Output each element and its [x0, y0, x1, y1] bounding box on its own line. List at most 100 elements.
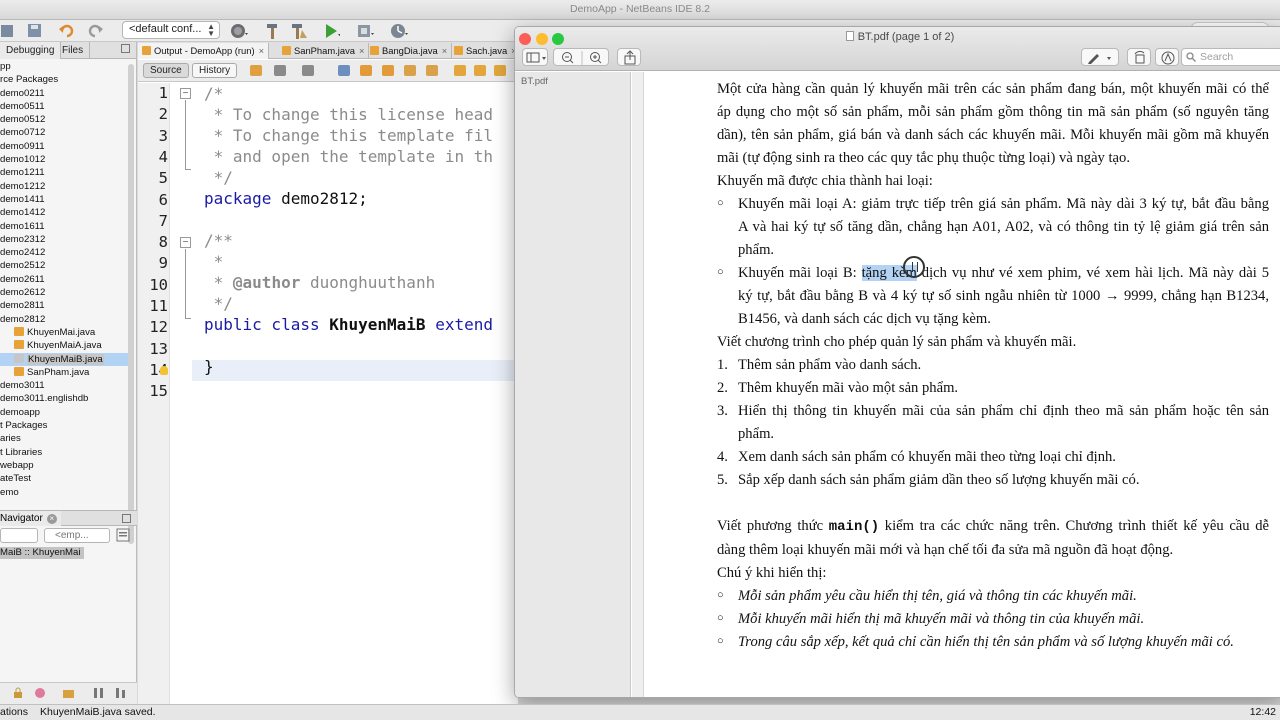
tab-debugging[interactable]: Debugging — [0, 42, 62, 59]
notifications-label[interactable]: ations — [0, 706, 28, 718]
tree-package-item[interactable]: demo2811 — [0, 299, 128, 312]
editor-tab[interactable]: BangDia.java × — [366, 43, 453, 59]
sidebar-toggle-button[interactable] — [522, 48, 548, 66]
tree-package-item[interactable]: demo0211 — [0, 87, 128, 100]
tree-package-item[interactable]: demo0712 — [0, 126, 128, 139]
editor-tab[interactable]: SanPham.java × — [278, 43, 370, 59]
profile-icon[interactable] — [390, 22, 408, 40]
tree-package-item[interactable]: ateTest — [0, 472, 128, 485]
history-button[interactable]: History — [192, 63, 238, 78]
tree-package-item[interactable]: aries — [0, 432, 128, 445]
tree-package-item[interactable]: demo2612 — [0, 286, 128, 299]
find-previous-icon[interactable] — [360, 65, 372, 76]
fold-toggle-icon[interactable]: − — [180, 237, 191, 248]
tree-package-item[interactable]: demo1212 — [0, 180, 128, 193]
source-button[interactable]: Source — [143, 63, 189, 78]
tree-package-item[interactable]: pp — [0, 60, 128, 73]
share-button[interactable] — [617, 48, 641, 66]
new-file-icon[interactable] — [0, 22, 18, 40]
close-icon[interactable]: × — [46, 514, 57, 524]
find-icon[interactable] — [338, 65, 350, 76]
tree-package-item[interactable]: t Libraries — [0, 446, 128, 459]
tree-package-item[interactable]: demo0911 — [0, 140, 128, 153]
run-configuration-select[interactable]: <default conf... ▲ ▼ — [122, 21, 220, 39]
forward-icon[interactable] — [302, 65, 314, 76]
navigator-filter-select[interactable]: <emp... — [44, 528, 110, 543]
zoom-out-zoom-in-icons[interactable] — [554, 49, 610, 67]
tree-package-item[interactable]: demo2512 — [0, 259, 128, 272]
sidebar-document-item[interactable]: BT.pdf — [521, 76, 548, 87]
tree-package-item[interactable]: demo1611 — [0, 220, 128, 233]
hammer-icon[interactable] — [264, 22, 282, 40]
close-tab-icon[interactable]: × — [259, 45, 264, 56]
filter-icon[interactable] — [34, 687, 46, 699]
tree-package-item[interactable]: demo1412 — [0, 206, 128, 219]
navigator-member[interactable]: MaiB :: KhuyenMai — [0, 547, 84, 559]
tree-file-item[interactable]: KhuyenMaiA.java — [0, 339, 128, 352]
tree-package-item[interactable]: demo1411 — [0, 193, 128, 206]
preview-sidebar-divider[interactable] — [632, 72, 644, 697]
tree-package-item[interactable]: MVCDemo — [0, 499, 128, 501]
tree-package-item[interactable]: demo0512 — [0, 113, 128, 126]
tree-package-item[interactable]: demo2812 — [0, 313, 128, 326]
markup-button[interactable] — [1081, 48, 1119, 66]
save-all-icon[interactable] — [26, 22, 44, 40]
close-tab-icon[interactable]: × — [442, 45, 447, 56]
bullet-line: ký tự, bắt đầu bằng B và 4 ký tự số sinh… — [738, 288, 1269, 304]
tree-package-item[interactable]: demo2412 — [0, 246, 128, 259]
navigator-view-select[interactable] — [0, 528, 38, 543]
fold-toggle-icon[interactable]: − — [180, 88, 191, 99]
toggle-highlight-icon[interactable] — [404, 65, 416, 76]
tree-package-item[interactable]: t Packages — [0, 419, 128, 432]
inherited-icon[interactable] — [62, 687, 76, 699]
globe-icon[interactable] — [230, 22, 248, 40]
tab-files[interactable]: Files — [56, 42, 91, 59]
minimize-panel-icon[interactable] — [121, 44, 130, 53]
minimize-navigator-icon[interactable] — [122, 514, 131, 523]
tree-package-item[interactable]: webapp — [0, 459, 128, 472]
tab-navigator[interactable]: Navigator × — [0, 511, 61, 526]
debug-icon[interactable] — [356, 22, 374, 40]
sort-source-icon[interactable] — [114, 687, 128, 699]
tree-package-item[interactable]: demoapp — [0, 406, 128, 419]
code-line-12: public class KhuyenMaiB extend — [204, 314, 493, 335]
pdf-page[interactable]: Một cửa hàng cần quản lý khuyến mãi trên… — [645, 72, 1280, 697]
tree-package-item[interactable]: demo2611 — [0, 273, 128, 286]
navigator-options-icon[interactable] — [116, 528, 130, 542]
lock-icon[interactable] — [12, 687, 24, 699]
tree-package-item[interactable]: demo2312 — [0, 233, 128, 246]
editor-tab[interactable]: Output - DemoApp (run) × — [138, 43, 270, 59]
tree-package-item[interactable]: rce Packages — [0, 73, 128, 86]
tree-package-item[interactable]: demo3011 — [0, 379, 128, 392]
tree-file-item[interactable]: SanPham.java — [0, 366, 128, 379]
markup-toolbar-button[interactable] — [1155, 48, 1179, 66]
clean-build-icon[interactable] — [290, 22, 308, 40]
back-icon[interactable] — [274, 65, 286, 76]
code-area[interactable]: /* * To change this license head * To ch… — [192, 83, 518, 706]
next-bookmark-icon[interactable] — [474, 65, 486, 76]
tree-file-item[interactable]: KhuyenMaiB.java — [0, 352, 128, 366]
bullet-line: Mỗi khuyến mãi hiển thị mã khuyến mãi và… — [738, 611, 1145, 627]
tree-package-item[interactable]: emo — [0, 486, 128, 499]
undo-icon[interactable] — [58, 22, 76, 40]
tree-file-item[interactable]: KhuyenMai.java — [0, 326, 128, 339]
tree-package-item[interactable]: demo1012 — [0, 153, 128, 166]
toggle-rect-select-icon[interactable] — [426, 65, 438, 76]
project-tree-scrollbar[interactable] — [128, 64, 134, 544]
sort-name-icon[interactable] — [92, 687, 106, 699]
tree-package-item[interactable]: demo0511 — [0, 100, 128, 113]
preview-search-input[interactable]: Search — [1181, 48, 1280, 66]
toggle-bookmark-icon[interactable] — [494, 65, 506, 76]
redo-icon[interactable] — [86, 22, 104, 40]
rotate-button[interactable] — [1127, 48, 1151, 66]
last-edit-icon[interactable] — [250, 65, 262, 76]
hint-bulb-icon[interactable] — [160, 366, 168, 375]
editor-tab[interactable]: Sach.java× — [450, 43, 522, 59]
find-next-icon[interactable] — [382, 65, 394, 76]
close-tab-icon[interactable]: × — [359, 45, 364, 56]
paragraph-line: Một cửa hàng cần quản lý khuyến mãi trên… — [717, 81, 1269, 97]
run-icon[interactable] — [322, 22, 340, 40]
tree-package-item[interactable]: demo3011.englishdb — [0, 392, 128, 405]
tree-package-item[interactable]: demo1211 — [0, 166, 128, 179]
previous-bookmark-icon[interactable] — [454, 65, 466, 76]
